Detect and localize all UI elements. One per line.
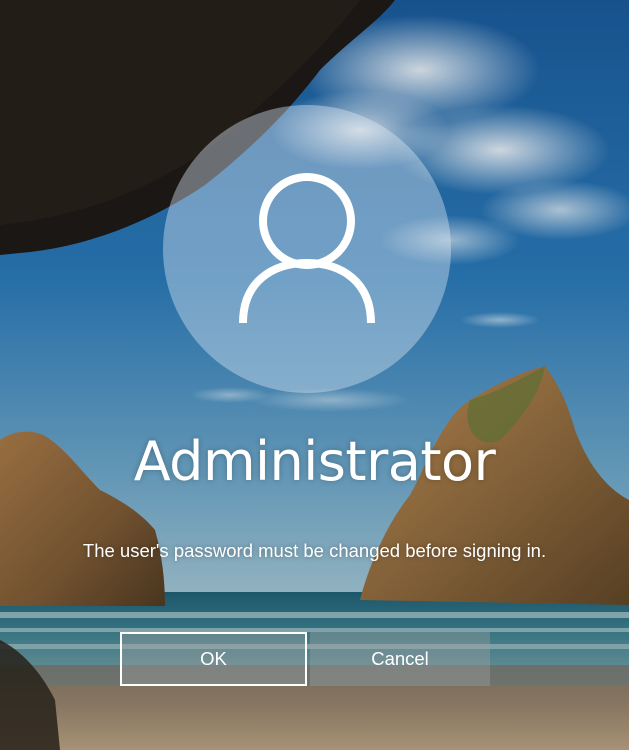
ok-button[interactable]: OK xyxy=(120,632,307,686)
username-heading: Administrator xyxy=(133,430,496,493)
user-silhouette-icon xyxy=(239,173,375,324)
cancel-button[interactable]: Cancel xyxy=(310,632,490,686)
user-avatar xyxy=(163,105,451,393)
lock-screen: Administrator The user's password must b… xyxy=(0,0,629,750)
status-message: The user's password must be changed befo… xyxy=(82,540,547,561)
